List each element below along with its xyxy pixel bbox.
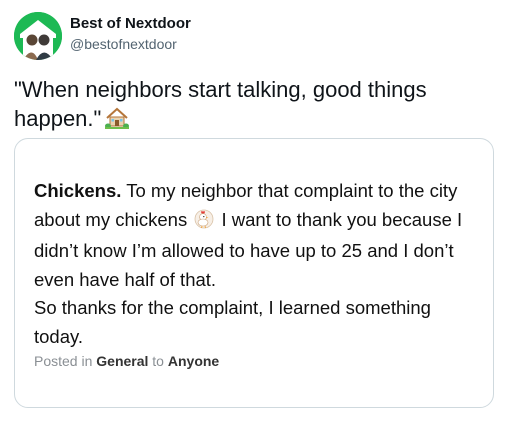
house-with-garden-icon — [105, 107, 130, 136]
category-link[interactable]: General — [96, 353, 148, 369]
post-title: Chickens. — [34, 180, 122, 201]
quoted-post-card[interactable]: Chickens. To my neighbor that complaint … — [14, 138, 494, 408]
post-body: Chickens. To my neighbor that complaint … — [34, 177, 479, 352]
tweet-text: "When neighbors start talking, good thin… — [14, 75, 484, 136]
posted-in-meta: Posted in General to Anyone — [34, 353, 219, 369]
author-handle[interactable]: @bestofnextdoor — [70, 37, 191, 51]
avatar[interactable] — [14, 12, 62, 60]
chicken-icon — [194, 209, 214, 238]
author: Best of Nextdoor @bestofnextdoor — [70, 16, 191, 51]
posted-prefix: Posted in — [34, 353, 97, 369]
posted-to: to — [148, 353, 168, 369]
tweet: Best of Nextdoor @bestofnextdoor "When n… — [0, 0, 510, 424]
tweet-text-content: "When neighbors start talking, good thin… — [14, 77, 427, 131]
post-text-line2: So thanks for the complaint, I learned s… — [34, 297, 431, 347]
audience-link[interactable]: Anyone — [168, 353, 219, 369]
author-name[interactable]: Best of Nextdoor — [70, 16, 191, 31]
avatar-image — [14, 12, 62, 60]
